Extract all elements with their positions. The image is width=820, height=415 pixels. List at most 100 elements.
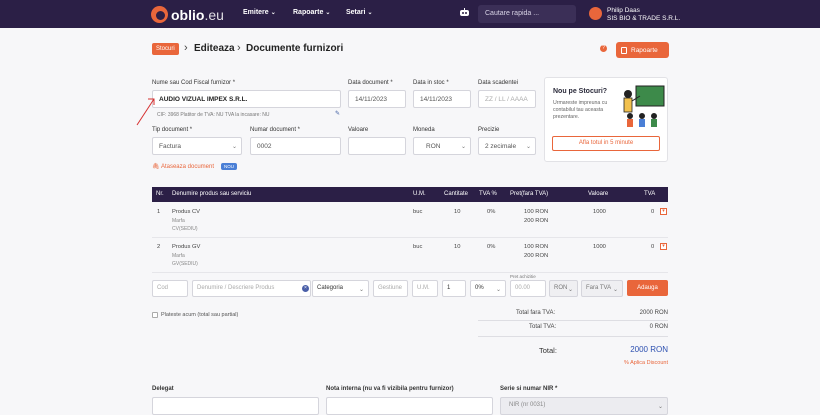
precision-label: Precizie	[478, 127, 500, 133]
presentation-illustration-icon	[623, 85, 665, 127]
rapoarte-button[interactable]: Rapoarte	[616, 42, 669, 58]
report-icon	[621, 46, 627, 54]
supplier-label: Nume sau Cod Fiscal furnizor *	[152, 80, 236, 86]
quantity-input[interactable]: 1	[442, 280, 466, 297]
top-navbar: oblio.eu Emitere ⌄ Rapoarte ⌄ Setari ⌄ Caut…	[0, 0, 820, 28]
col-vat-pct: TVA %	[479, 191, 497, 197]
divider	[478, 320, 668, 321]
vat-mode-select[interactable]: Fara TVA ⌄	[581, 280, 623, 297]
menu-emitere[interactable]: Emitere ⌄	[243, 9, 276, 16]
value-input[interactable]	[348, 137, 406, 155]
doc-date-label: Data document *	[348, 80, 393, 86]
avatar[interactable]	[589, 7, 602, 20]
total-vat-label: Total TVA:	[529, 324, 557, 330]
company-name: SIS BIO & TRADE S.R.L.	[607, 15, 681, 22]
breadcrumb-stocuri[interactable]: Stocuri	[152, 43, 179, 55]
total-without-vat-value: 2000 RON	[639, 310, 668, 316]
total-without-vat-label: Total fara TVA:	[516, 310, 556, 316]
divider	[478, 336, 668, 337]
internal-note-input[interactable]	[326, 397, 493, 415]
user-name: Philip Daas	[607, 7, 640, 14]
management-input[interactable]: Gestiune	[373, 280, 408, 297]
total-label: Total:	[539, 346, 557, 355]
col-um: U.M.	[413, 191, 426, 197]
total-vat-value: 0 RON	[649, 324, 668, 330]
promo-card: Nou pe Stocuri? Urmareste impreuna cu co…	[544, 77, 668, 162]
logo-text: oblio	[171, 6, 205, 23]
col-name: Denumire produs sau serviciu	[172, 191, 252, 197]
red-arrow-annotation	[136, 98, 155, 126]
vat-select[interactable]: 0% ⌄	[470, 280, 506, 297]
stock-date-input[interactable]: 14/11/2023	[413, 90, 471, 108]
value-label: Valoare	[348, 127, 369, 133]
category-select[interactable]: Categoria ⌄	[312, 280, 369, 297]
row-menu-icon[interactable]: ▾	[660, 208, 667, 215]
breadcrumb-editeaza: Editeaza	[194, 43, 235, 54]
currency-select[interactable]: RON ⌄	[549, 280, 578, 297]
total-value: 2000 RON	[630, 345, 668, 354]
col-nr: Nr.	[156, 191, 164, 197]
chevron-down-icon: ⌄	[460, 144, 466, 150]
new-badge: NOU	[221, 163, 237, 170]
supplier-info: CIF: 3968 Platitor de TVA: NU TVA la inc…	[157, 112, 270, 118]
add-product-button[interactable]: Adauga	[627, 280, 668, 296]
col-qty: Cantitate	[444, 191, 469, 197]
pay-now-checkbox[interactable]	[152, 312, 158, 318]
chevron-down-icon: ⌄	[367, 10, 373, 16]
price-input[interactable]: 00.00	[510, 280, 546, 297]
precision-select[interactable]: 2 zecimale ⌄	[478, 137, 536, 155]
product-code-input[interactable]: Cod	[152, 280, 188, 297]
promo-title: Nou pe Stocuri?	[553, 88, 608, 95]
nir-series-label: Serie si numar NIR *	[500, 386, 558, 392]
chevron-down-icon: ⌄	[270, 10, 276, 16]
nir-series-select[interactable]: NIR (nr 0031) ⌄	[500, 397, 668, 415]
col-price: Pret(fara TVA)	[510, 191, 549, 197]
clear-icon[interactable]: ×	[302, 285, 309, 292]
chevron-down-icon: ⌄	[567, 287, 573, 293]
doc-date-input[interactable]: 14/11/2023	[348, 90, 406, 108]
doc-number-label: Numar document *	[250, 127, 301, 133]
due-date-input[interactable]: ZZ / LL / AAAA	[478, 90, 536, 108]
logo-mark-icon	[151, 6, 168, 23]
menu-setari[interactable]: Setari ⌄	[346, 9, 373, 16]
doc-number-input[interactable]: 0002	[250, 137, 341, 155]
help-icon[interactable]: ?	[600, 45, 607, 52]
apply-discount-link[interactable]: % Aplica Discount	[610, 360, 668, 366]
search-input[interactable]: Cautare rapida ...	[478, 5, 576, 23]
doc-type-label: Tip document *	[152, 127, 193, 133]
col-value: Valoare	[588, 191, 609, 197]
learn-more-button[interactable]: Afla totul in 5 minute	[552, 136, 660, 151]
promo-body: Urmareste impreuna cu contabilul tau ace…	[553, 100, 608, 120]
currency-label: Moneda	[413, 127, 435, 133]
products-table-header: Nr. Denumire produs sau serviciu U.M. Ca…	[152, 187, 668, 202]
breadcrumb-separator-icon: ›	[237, 42, 241, 54]
logo-suffix: .eu	[204, 6, 224, 23]
chevron-down-icon: ⌄	[525, 144, 531, 150]
robot-icon[interactable]	[459, 8, 470, 17]
oblio-logo[interactable]: oblio.eu	[151, 6, 224, 23]
table-row[interactable]: 1 Produs CV Marfa CV(SEDIU) buc 10 0% 10…	[152, 204, 668, 238]
paperclip-icon: 🖇	[152, 164, 160, 170]
attach-document-link[interactable]: 🖇 Ataseaza document	[152, 163, 214, 170]
product-name-input[interactable]: Denumire / Descriere Produs	[192, 280, 311, 297]
chevron-down-icon: ⌄	[612, 287, 618, 293]
breadcrumb-separator-icon: ›	[184, 42, 188, 54]
stock-date-label: Data in stoc *	[413, 80, 449, 86]
table-row[interactable]: 2 Produs GV Marfa GV(SEDIU) buc 10 0% 10…	[152, 239, 668, 273]
delegate-label: Delegat	[152, 386, 174, 392]
um-input[interactable]: U.M.	[412, 280, 438, 297]
chevron-down-icon: ⌄	[657, 404, 663, 410]
chevron-down-icon: ⌄	[231, 144, 237, 150]
menu-rapoarte[interactable]: Rapoarte ⌄	[293, 9, 330, 16]
product-name: Produs CV	[172, 209, 201, 215]
supplier-input[interactable]: AUDIO VIZUAL IMPEX S.R.L.	[152, 90, 341, 108]
pencil-icon[interactable]: ✎	[335, 110, 340, 117]
currency-select[interactable]: RON ⌄	[413, 137, 471, 155]
row-menu-icon[interactable]: ▾	[660, 243, 667, 250]
doc-type-select[interactable]: Factura ⌄	[152, 137, 242, 155]
internal-note-label: Nota interna (nu va fi vizibila pentru f…	[326, 386, 454, 392]
page-title: Documente furnizori	[246, 43, 344, 54]
chevron-down-icon: ⌄	[358, 287, 364, 293]
user-menu[interactable]: Philip Daas SIS BIO & TRADE S.R.L.	[607, 7, 680, 23]
delegate-input[interactable]	[152, 397, 319, 415]
